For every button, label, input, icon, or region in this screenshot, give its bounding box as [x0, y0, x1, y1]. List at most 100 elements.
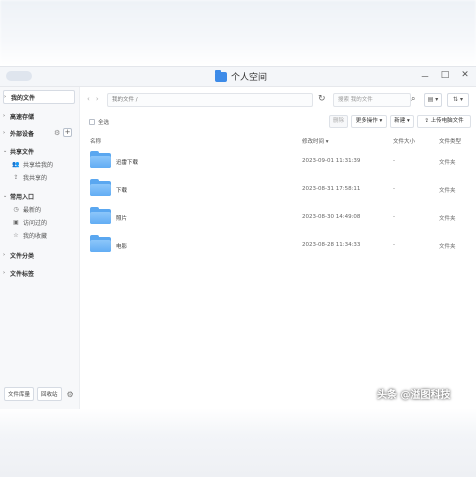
select-all-label: 全选: [98, 120, 110, 126]
sidebar-item-label: 我共享的: [23, 174, 48, 182]
folder-icon: [90, 235, 111, 252]
more-operations-button[interactable]: 更多操作 ▾: [351, 115, 387, 128]
chevron-right-icon: ›: [3, 130, 6, 136]
desktop-background-bottom: [0, 408, 476, 477]
table-row[interactable]: 下载 2023-08-31 17:58:11 - 文件夹: [81, 175, 476, 203]
sidebar-item-my-files[interactable]: › 我的文件: [3, 90, 75, 104]
sidebar-item-shared-by-me[interactable]: ⇪ 我共享的: [12, 170, 47, 184]
chevron-right-icon: ›: [4, 94, 7, 100]
select-all-checkbox[interactable]: [89, 119, 95, 125]
watermark-text: 头条 @溢图科技: [377, 390, 451, 401]
table-row[interactable]: 照片 2023-08-30 14:49:08 - 文件夹: [81, 203, 476, 231]
sidebar-item-label: 外部设备: [10, 130, 35, 138]
history-icon: ▣: [13, 218, 19, 226]
folder-icon: [90, 207, 111, 224]
folder-icon: [215, 69, 227, 82]
sort-dropdown[interactable]: ⇅ ▾: [447, 93, 469, 107]
recycle-bin-button[interactable]: 回收站: [37, 387, 62, 401]
file-name: 照片: [116, 216, 128, 222]
sidebar-item-label: 高速存储: [10, 113, 35, 121]
window-title: 个人空间: [231, 73, 268, 83]
sidebar-bottom-bar: 文件库量 回收站 ⚙: [4, 387, 74, 401]
sidebar-item-label: 访问过的: [23, 219, 48, 227]
sidebar-item-shared-files[interactable]: ⌄ 共享文件: [3, 144, 34, 158]
sidebar-item-external-devices[interactable]: › 外部设备: [3, 126, 34, 140]
title-left-pill: [6, 71, 32, 81]
file-date: 2023-09-01 11:31:39: [302, 158, 361, 164]
sidebar-item-label: 常用入口: [10, 193, 35, 201]
file-name: 电影: [116, 244, 128, 250]
title-bar[interactable]: 个人空间 － □ ✕: [0, 67, 476, 87]
column-name[interactable]: 名称: [90, 137, 101, 145]
sidebar-item-label: 文件标签: [10, 270, 35, 278]
sidebar-item-file-tags[interactable]: › 文件标签: [3, 266, 34, 280]
sidebar-item-label: 文件分类: [10, 252, 35, 260]
share-icon: ⇪: [13, 173, 19, 181]
file-type: 文件夹: [439, 160, 456, 166]
sidebar-item-favorites[interactable]: ☆ 我的收藏: [12, 228, 47, 242]
chevron-right-icon: ›: [3, 270, 6, 276]
file-size: -: [393, 186, 395, 192]
desktop-background-top: [0, 0, 476, 66]
refresh-icon[interactable]: ↻: [318, 94, 326, 104]
file-name: 迅雷下载: [116, 160, 139, 166]
column-modified[interactable]: 修改时间 ▾: [302, 137, 329, 145]
sidebar-item-shared-with-me[interactable]: 👥 共享给我的: [12, 157, 53, 171]
file-date: 2023-08-28 11:34:33: [302, 242, 361, 248]
column-header-row: 名称 修改时间 ▾ 文件大小 文件类型: [81, 133, 476, 147]
settings-gear-icon[interactable]: ⚙: [67, 390, 74, 399]
star-icon: ☆: [13, 231, 19, 239]
column-type[interactable]: 文件类型: [439, 137, 461, 145]
users-icon: 👥: [12, 160, 20, 168]
folder-icon: [90, 151, 111, 168]
window-title-group: 个人空间: [215, 69, 268, 83]
chevron-down-icon: ⌄: [3, 193, 8, 199]
sidebar-item-label: 共享文件: [10, 148, 35, 156]
sidebar-item-label: 共享给我的: [23, 161, 54, 169]
column-size[interactable]: 文件大小: [393, 137, 415, 145]
file-library-button[interactable]: 文件库量: [4, 387, 35, 401]
search-input[interactable]: 搜索 我的文件: [333, 93, 411, 107]
file-size: -: [393, 242, 395, 248]
maximize-button[interactable]: □: [440, 70, 450, 83]
clock-icon: ◷: [13, 205, 19, 213]
sidebar-item-common-entry[interactable]: ⌄ 常用入口: [3, 189, 34, 203]
close-button[interactable]: ✕: [460, 70, 470, 83]
upload-from-computer-button[interactable]: ⇪ 上传电脑文件: [417, 115, 471, 128]
new-button[interactable]: 新建 ▾: [390, 115, 414, 128]
delete-button[interactable]: 删除: [329, 115, 348, 128]
sidebar-item-visited[interactable]: ▣ 访问过的: [12, 215, 47, 229]
gear-icon[interactable]: ⚙: [54, 129, 60, 137]
table-row[interactable]: 电影 2023-08-28 11:34:33 - 文件夹: [81, 231, 476, 259]
path-breadcrumb[interactable]: 我的文件 /: [107, 93, 313, 107]
file-name: 下载: [116, 188, 128, 194]
window-controls: － □ ✕: [420, 70, 470, 83]
address-row: ‹ › 我的文件 / ↻ 搜索 我的文件 ⌕ ▤ ▾ ⇅ ▾: [81, 92, 476, 108]
forward-arrow-icon[interactable]: ›: [96, 95, 99, 103]
main-panel: ‹ › 我的文件 / ↻ 搜索 我的文件 ⌕ ▤ ▾ ⇅ ▾ 全选 删除 更多操…: [81, 87, 476, 409]
sidebar: › 我的文件 › 高速存储 › 外部设备 ⚙ + ⌄ 共享文件 👥 共享给我的: [0, 87, 80, 409]
sidebar-item-recent[interactable]: ◷ 最新的: [12, 202, 41, 216]
file-date: 2023-08-30 14:49:08: [302, 214, 361, 220]
sidebar-item-file-category[interactable]: › 文件分类: [3, 248, 34, 262]
file-type: 文件夹: [439, 244, 456, 250]
file-date: 2023-08-31 17:58:11: [302, 186, 361, 192]
add-device-button[interactable]: +: [63, 128, 72, 137]
view-mode-dropdown[interactable]: ▤ ▾: [424, 93, 442, 107]
search-icon[interactable]: ⌕: [411, 94, 415, 104]
file-type: 文件夹: [439, 216, 456, 222]
sidebar-item-high-speed-storage[interactable]: › 高速存储: [3, 109, 34, 123]
file-type: 文件夹: [439, 188, 456, 194]
back-arrow-icon[interactable]: ‹: [87, 95, 90, 103]
file-manager-window: 个人空间 － □ ✕ › 我的文件 › 高速存储 › 外部设备 ⚙ + ⌄ 共享…: [0, 66, 476, 409]
table-row[interactable]: 迅雷下载 2023-09-01 11:31:39 - 文件夹: [81, 147, 476, 175]
chevron-right-icon: ›: [3, 252, 6, 258]
sidebar-item-label: 我的文件: [11, 94, 36, 102]
chevron-down-icon: ⌄: [3, 148, 8, 154]
minimize-button[interactable]: －: [420, 70, 430, 83]
select-all-control[interactable]: 全选: [89, 118, 109, 126]
screen: 个人空间 － □ ✕ › 我的文件 › 高速存储 › 外部设备 ⚙ + ⌄ 共享…: [0, 0, 476, 477]
chevron-right-icon: ›: [3, 113, 6, 119]
action-row: 全选 删除 更多操作 ▾ 新建 ▾ ⇪ 上传电脑文件: [81, 115, 476, 129]
folder-icon: [90, 179, 111, 196]
